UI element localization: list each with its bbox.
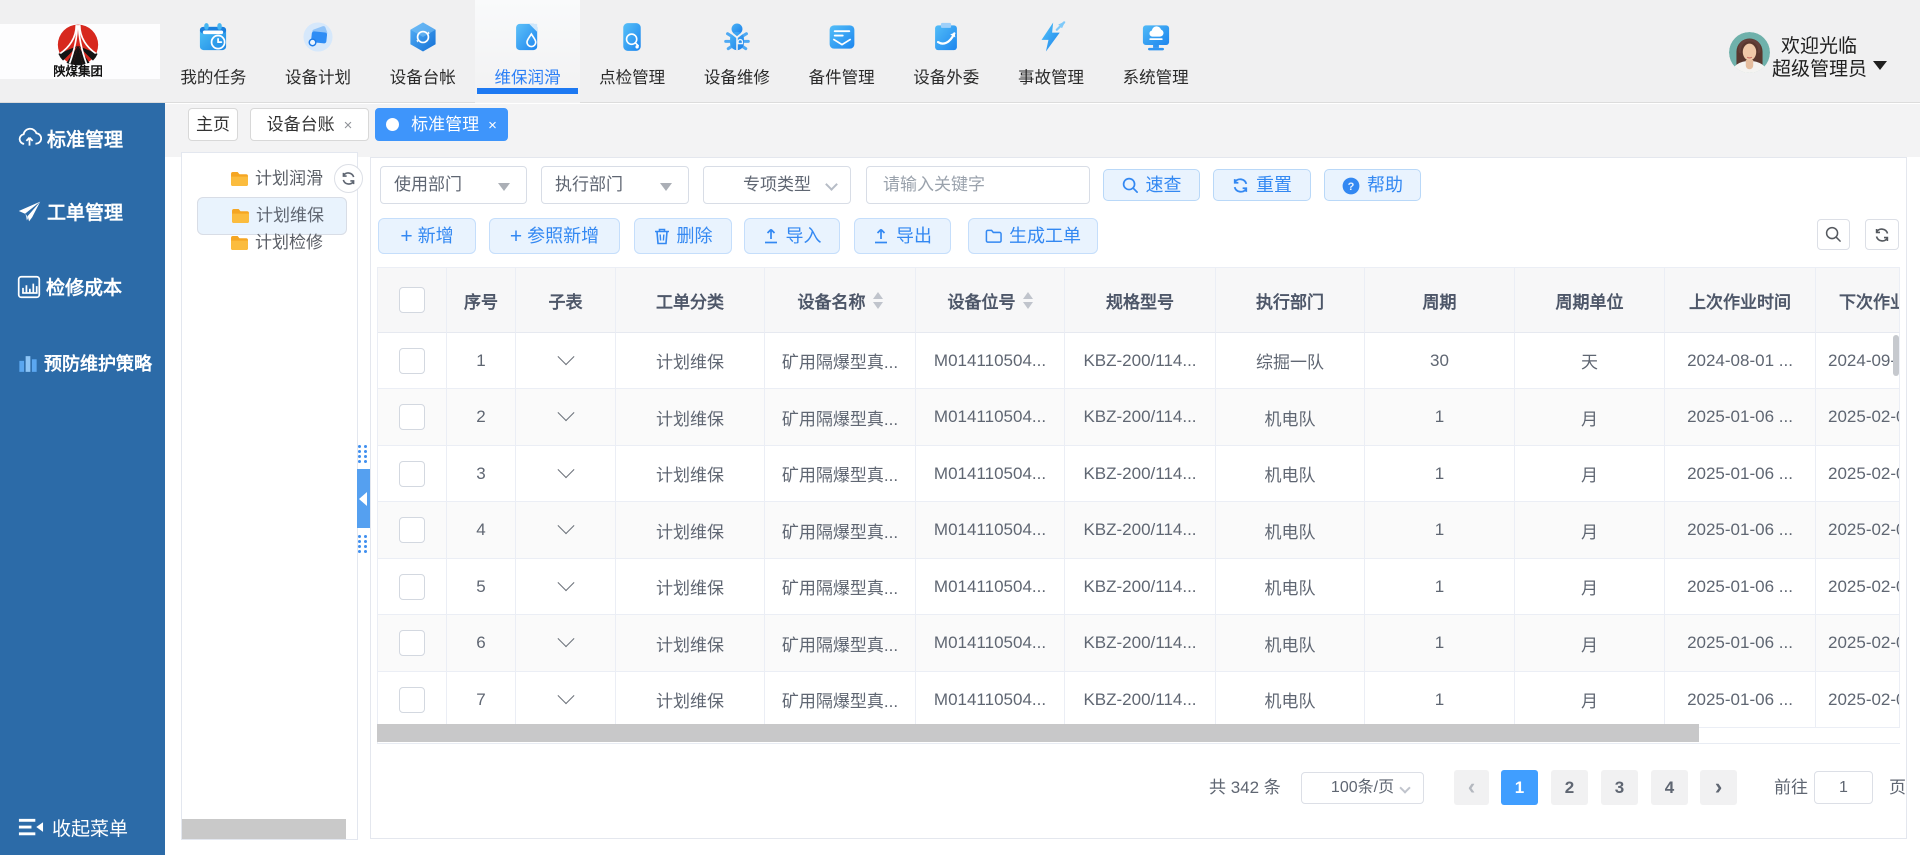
svg-text:陕煤集团: 陕煤集团 <box>54 64 102 79</box>
svg-text:?: ? <box>1348 181 1355 193</box>
